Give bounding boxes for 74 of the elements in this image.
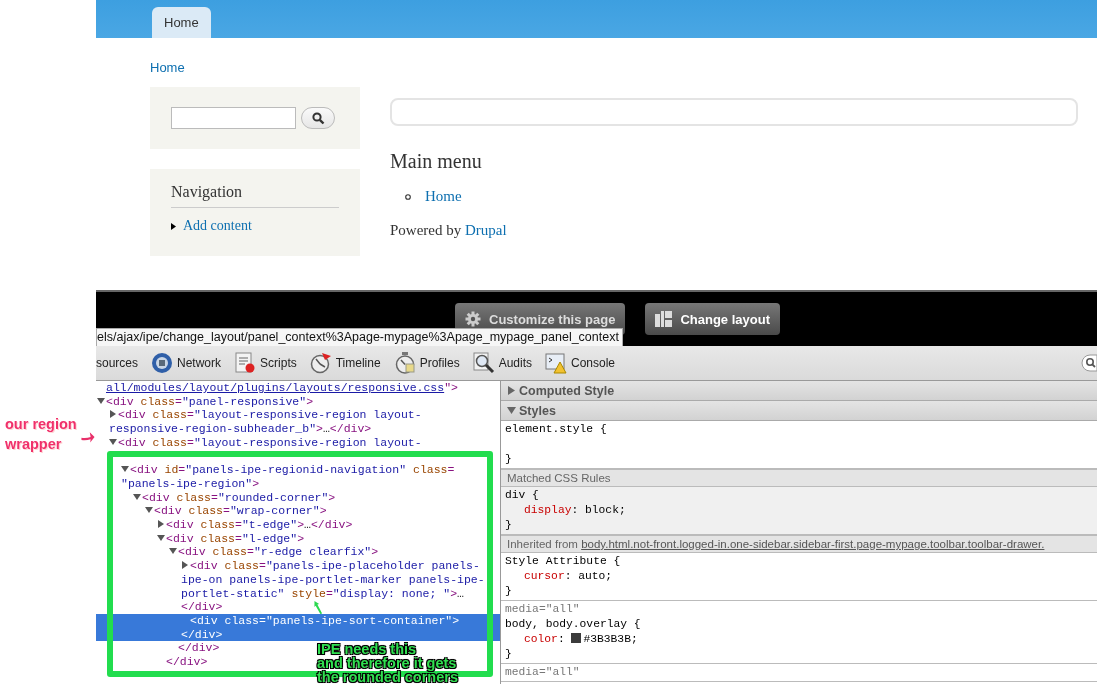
bullet-icon [171,222,176,230]
dom-node[interactable]: <div class="r-edge clearfix"> [96,545,379,560]
gear-icon [465,311,481,327]
css-property: color: #3B3B3B; [523,632,639,647]
dom-node[interactable]: <div class="l-edge"> [96,531,305,546]
selector-link[interactable]: body.html.not-front.logged-in.one-sidebar.sidebar-first.page-mypage.toolbar.toolbar-drawer. [581,538,1045,550]
dom-node[interactable]: all/modules/layout/plugins/layouts/responsive.css"> [96,381,458,395]
section-label: Inherited from [507,538,578,550]
menu-link[interactable]: Home [425,188,462,205]
devtools-tab[interactable]: Scripts [234,352,297,374]
collapse-triangle-icon[interactable] [109,437,117,446]
footer-text: Powered by [390,222,462,238]
annotation-arrow [313,601,323,614]
dom-node[interactable]: <div class="panels-ipe-placeholder panels-ipe-on panels-ipe-portlet-marker panels-ipe-portlet-static" style="display: none; ">… </div> [96,559,491,614]
dom-node[interactable]: </div> [96,655,208,669]
dom-node[interactable]: </div> [96,641,220,656]
layout-icon [655,311,673,327]
dom-node[interactable]: <div class="t-edge">…</div> [96,518,353,532]
toolbar-button[interactable]: Change layout [645,303,780,335]
block-title: Navigation [171,183,339,208]
block-title: Main menu [390,150,483,173]
closing-brace: } [505,518,513,533]
css-selector: div { [505,488,540,503]
annotation-text: our region wrapper [5,415,77,454]
devtools-tab[interactable]: Network [151,352,222,374]
collapse-triangle-icon[interactable] [97,396,105,405]
collapse-triangle-icon [507,406,516,415]
search-field[interactable] [171,107,296,129]
breadcrumb-link[interactable]: Home [150,60,185,75]
closing-brace: } [505,452,513,467]
dom-node[interactable]: <div id="panels-ipe-regionid-navigation" class= "panels-ipe-region"> [96,463,491,491]
magnifier-icon [472,352,495,374]
window-icon [545,352,567,374]
nav-tab[interactable]: Home [152,7,211,38]
devtools-tab[interactable]: sources [96,356,139,370]
search-icon[interactable] [1081,354,1097,372]
expand-triangle-icon[interactable] [109,410,117,419]
color-swatch[interactable] [571,633,582,643]
closing-brace: } [505,584,513,599]
search-icon [311,111,325,125]
search-button[interactable] [301,107,335,129]
dom-node[interactable]: <div class="panel-responsive"> [96,394,314,409]
stopwatch-icon [393,352,416,374]
dom-node[interactable]: <div class="layout-responsive-region layout-responsive-region-subheader_b">…</div> [96,408,491,436]
css-property: cursor: auto; [523,569,614,584]
devtools-tab[interactable]: Timeline [309,352,381,374]
devtools-tab[interactable]: Console [545,352,616,374]
media-query: media="all" [505,602,581,617]
css-selector: body, body.overlay { [505,617,642,632]
expand-triangle-icon [507,386,516,395]
bullet-icon [405,193,411,200]
section-label: Matched CSS Rules [507,472,611,484]
media-query: media="all" [505,665,581,680]
css-selector: element.style { [505,422,608,437]
section-header[interactable]: Computed Style [501,381,1097,401]
css-selector: Style Attribute { [505,554,622,569]
dom-node[interactable]: <div class="layout-responsive-region layout- [96,435,422,450]
footer-link[interactable]: Drupal [465,222,507,238]
section-header[interactable]: Styles [501,401,1097,421]
closing-brace: } [505,647,513,662]
collapse-triangle-icon[interactable] [121,465,129,474]
globe-icon [151,352,174,374]
dom-node[interactable]: <div class="rounded-corner"> [96,490,336,505]
devtools-tab[interactable]: Profiles [393,352,460,374]
annotation-arrow [81,430,95,444]
dom-node[interactable]: <div class="panels-ipe-sort-container"></div> [96,613,500,642]
clock-icon [309,352,332,374]
css-property: display: block; [523,503,627,518]
expand-triangle-icon[interactable] [181,561,189,570]
expand-triangle-icon[interactable] [157,520,165,528]
dom-node[interactable]: <div class="wrap-corner"> [96,504,327,518]
menu-link[interactable]: Add content [183,218,252,234]
document-icon [234,352,257,374]
devtools-tab[interactable]: Audits [472,352,532,374]
